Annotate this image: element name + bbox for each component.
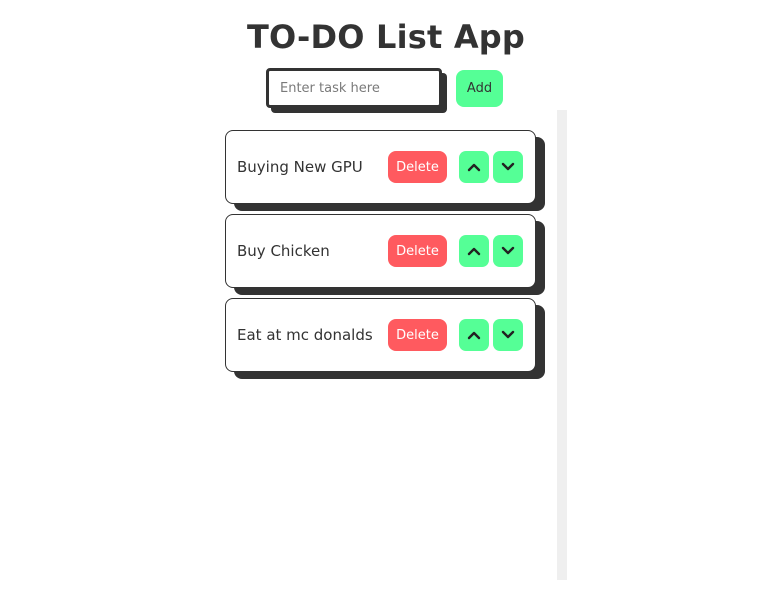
task-text: Buying New GPU — [237, 158, 363, 176]
task-card: Buy Chicken Delete — [225, 214, 536, 288]
chevron-down-icon — [501, 330, 515, 339]
move-down-button[interactable] — [493, 319, 523, 351]
delete-button[interactable]: Delete — [388, 235, 447, 267]
delete-button[interactable]: Delete — [388, 319, 447, 351]
page-title: TO-DO List App — [246, 18, 526, 56]
move-down-button[interactable] — [493, 235, 523, 267]
task-list: Buying New GPU Delete Buy Chicken Delete… — [225, 130, 545, 382]
move-down-button[interactable] — [493, 151, 523, 183]
move-up-button[interactable] — [459, 151, 489, 183]
task-card: Eat at mc donalds Delete — [225, 298, 536, 372]
task-text: Buy Chicken — [237, 242, 330, 260]
move-up-button[interactable] — [459, 319, 489, 351]
todo-app: TO-DO List App Add Buying New GPU Delete… — [0, 0, 768, 614]
task-input[interactable] — [266, 68, 442, 108]
add-button[interactable]: Add — [456, 70, 503, 107]
chevron-up-icon — [467, 247, 481, 256]
scrollbar-track[interactable] — [557, 110, 567, 580]
chevron-up-icon — [467, 163, 481, 172]
move-up-button[interactable] — [459, 235, 489, 267]
chevron-down-icon — [501, 246, 515, 255]
chevron-down-icon — [501, 162, 515, 171]
delete-button[interactable]: Delete — [388, 151, 447, 183]
task-card: Buying New GPU Delete — [225, 130, 536, 204]
chevron-up-icon — [467, 331, 481, 340]
task-text: Eat at mc donalds — [237, 326, 373, 344]
add-task-form: Add — [266, 68, 506, 112]
